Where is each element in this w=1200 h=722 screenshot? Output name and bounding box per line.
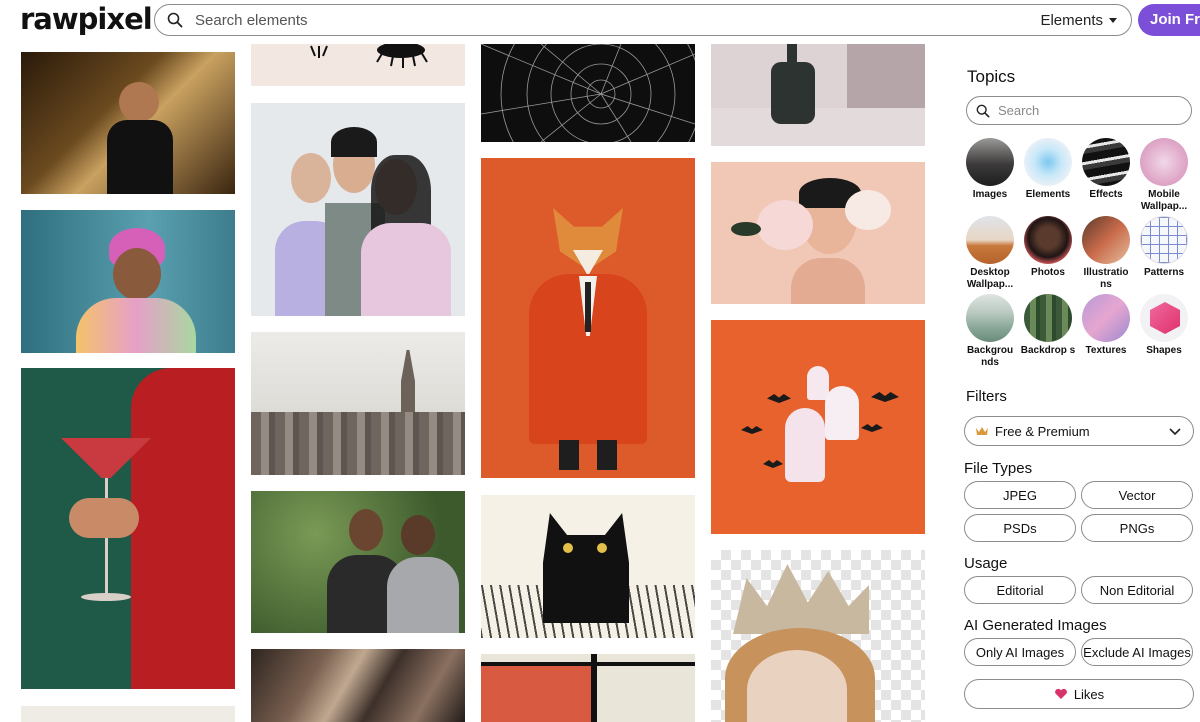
image-tile-eyes[interactable]	[251, 44, 465, 86]
topic-textures[interactable]: Textures	[1077, 294, 1135, 357]
topic-label: Shapes	[1146, 345, 1182, 356]
topic-textures-thumb	[1082, 294, 1130, 342]
usage-editorial[interactable]: Editorial	[964, 576, 1076, 604]
image-tile-driftwood[interactable]	[251, 649, 465, 722]
image-tile-bartender[interactable]	[21, 52, 235, 194]
image-tile-fox-in-coat[interactable]	[481, 158, 695, 478]
image-tile-vase[interactable]	[711, 44, 925, 146]
rawpixel-logo[interactable]: rawpixel	[20, 2, 153, 36]
topic-illustrations[interactable]: Illustratio ns	[1077, 216, 1135, 291]
search-bar[interactable]: Elements	[154, 4, 1132, 36]
license-dropdown[interactable]: Free & Premium	[964, 416, 1194, 446]
image-tile-three-women[interactable]	[251, 103, 465, 316]
chevron-down-icon	[1169, 428, 1181, 436]
topic-mobile-wallpapers[interactable]: Mobile Wallpap...	[1135, 138, 1193, 213]
topic-mobile-wallpapers-thumb	[1140, 138, 1188, 186]
filetype-psds[interactable]: PSDs	[964, 514, 1076, 542]
topics-heading: Topics	[967, 67, 1016, 86]
topic-label: Patterns	[1143, 267, 1184, 278]
image-tile-crowned-statue[interactable]	[711, 550, 925, 722]
topic-label: Effects	[1089, 189, 1123, 200]
topic-elements-thumb	[1024, 138, 1072, 186]
topic-photos[interactable]: Photos	[1019, 216, 1077, 279]
topic-desktop-wallpapers-thumb	[966, 216, 1014, 264]
image-tile-color-blocks[interactable]	[481, 654, 695, 722]
usage-non-editorial[interactable]: Non Editorial	[1081, 576, 1193, 604]
topic-shapes-thumb	[1140, 294, 1188, 342]
topic-illustrations-thumb	[1082, 216, 1130, 264]
ai-exclude-button[interactable]: Exclude AI Images	[1081, 638, 1193, 666]
image-tile-city-skyline[interactable]	[251, 332, 465, 475]
topic-label: Elements	[1025, 189, 1071, 200]
topic-effects-thumb	[1082, 138, 1130, 186]
topic-backdrops[interactable]: Backdrop s	[1019, 294, 1077, 357]
filetype-pngs[interactable]: PNGs	[1081, 514, 1193, 542]
filters-heading: Filters	[966, 388, 1007, 405]
topic-images-thumb	[966, 138, 1014, 186]
search-icon	[976, 104, 990, 117]
topic-label: Photos	[1031, 267, 1065, 278]
usage-heading: Usage	[964, 555, 1008, 572]
image-tile-spiderweb[interactable]	[481, 44, 695, 142]
search-scope-label: Elements	[1040, 12, 1103, 29]
likes-label: Likes	[1073, 686, 1105, 702]
join-free-button[interactable]: Join Fre	[1138, 4, 1200, 36]
image-tile-smiling-woman[interactable]	[21, 210, 235, 353]
ai-only-button[interactable]: Only AI Images	[964, 638, 1076, 666]
topic-elements[interactable]: Elements	[1019, 138, 1077, 201]
topic-label: Desktop Wallpap...	[966, 267, 1014, 290]
image-tile-cocktail[interactable]	[21, 368, 235, 689]
eye-doodle-icon	[310, 44, 428, 68]
topics-search-input[interactable]	[996, 102, 1180, 119]
heart-icon	[1054, 688, 1067, 699]
ai-images-heading: AI Generated Images	[964, 617, 1107, 634]
topic-patterns[interactable]: Patterns	[1135, 216, 1193, 279]
topic-label: Textures	[1085, 345, 1127, 356]
image-tile-flower-face[interactable]	[711, 162, 925, 304]
topic-desktop-wallpapers[interactable]: Desktop Wallpap...	[961, 216, 1019, 291]
topic-effects[interactable]: Effects	[1077, 138, 1135, 201]
topic-images[interactable]: Images	[961, 138, 1019, 201]
license-value: Free & Premium	[995, 423, 1090, 439]
image-tile-partial[interactable]	[21, 706, 235, 722]
topic-label: Mobile Wallpap...	[1140, 189, 1188, 212]
topic-backgrounds-thumb	[966, 294, 1014, 342]
topic-label: Illustratio ns	[1083, 267, 1129, 290]
topic-backdrops-thumb	[1024, 294, 1072, 342]
filetype-vector[interactable]: Vector	[1081, 481, 1193, 509]
topic-label: Backgrou nds	[966, 345, 1014, 368]
filetype-jpeg[interactable]: JPEG	[964, 481, 1076, 509]
file-types-heading: File Types	[964, 460, 1033, 477]
topic-shapes[interactable]: Shapes	[1135, 294, 1193, 357]
search-scope-select[interactable]: Elements	[1040, 12, 1117, 29]
likes-button[interactable]: Likes	[964, 679, 1194, 709]
crown-icon	[976, 427, 988, 435]
topic-label: Images	[972, 189, 1008, 200]
topic-patterns-thumb	[1140, 216, 1188, 264]
search-icon	[167, 12, 183, 28]
image-tile-black-cat[interactable]	[481, 495, 695, 638]
topic-photos-thumb	[1024, 216, 1072, 264]
topic-label: Backdrop s	[1020, 345, 1076, 356]
spiderweb-icon	[481, 44, 695, 142]
topics-search[interactable]	[966, 96, 1192, 125]
caret-down-icon	[1109, 18, 1117, 23]
search-input[interactable]	[193, 10, 977, 30]
image-tile-couple[interactable]	[251, 491, 465, 633]
image-tile-halloween-ghosts[interactable]	[711, 320, 925, 534]
topic-backgrounds[interactable]: Backgrou nds	[961, 294, 1019, 369]
